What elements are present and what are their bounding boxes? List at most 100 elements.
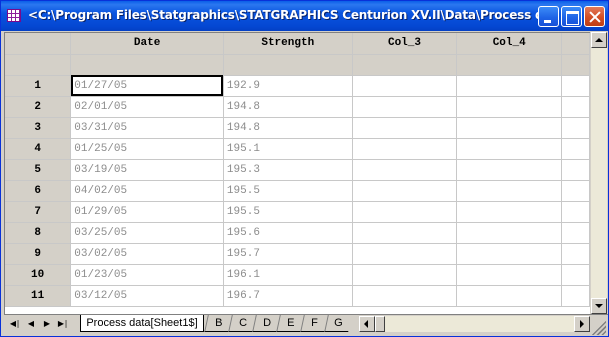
cell-col4[interactable] — [456, 159, 563, 181]
prev-sheet-button[interactable]: ◀ — [24, 317, 38, 331]
row-number[interactable]: 7 — [5, 201, 72, 223]
cell-strength[interactable]: 195.6 — [223, 222, 353, 244]
cell-strength[interactable]: 195.5 — [223, 180, 353, 202]
corner-cell[interactable] — [5, 33, 72, 55]
table-row: 4 01/25/05 195.1 — [5, 138, 590, 160]
cell-col5[interactable] — [561, 201, 590, 223]
cell-col3[interactable] — [352, 222, 458, 244]
last-sheet-button[interactable]: ▶∣ — [56, 317, 70, 331]
vertical-scrollbar[interactable] — [591, 32, 607, 314]
cell-col5[interactable] — [561, 264, 590, 286]
scroll-down-icon[interactable] — [591, 298, 607, 314]
cell-col3[interactable] — [352, 96, 458, 118]
cell-date[interactable]: 03/19/05 — [70, 159, 224, 181]
sub-header-strength[interactable] — [223, 54, 353, 76]
row-number[interactable]: 3 — [5, 117, 72, 139]
column-header-col3[interactable]: Col_3 — [352, 33, 458, 55]
scroll-left-icon[interactable] — [359, 316, 375, 332]
tab-g[interactable]: G — [324, 315, 352, 332]
column-header-date[interactable]: Date — [70, 33, 224, 55]
cell-col5[interactable] — [561, 96, 590, 118]
cell-col5[interactable] — [561, 222, 590, 244]
cell-col3[interactable] — [352, 180, 458, 202]
cell-strength[interactable]: 196.7 — [223, 285, 353, 307]
cell-strength[interactable]: 195.1 — [223, 138, 353, 160]
cell-strength[interactable]: 196.1 — [223, 264, 353, 286]
maximize-button[interactable] — [561, 6, 582, 27]
column-header-col4[interactable]: Col_4 — [456, 33, 563, 55]
next-sheet-button[interactable]: ▶ — [40, 317, 54, 331]
cell-col4[interactable] — [456, 138, 563, 160]
sub-header-col4[interactable] — [456, 54, 563, 76]
spreadsheet-icon[interactable] — [7, 9, 21, 22]
cell-date[interactable]: 02/01/05 — [70, 96, 224, 118]
cell-date[interactable]: 01/27/05 — [70, 75, 224, 97]
cell-col5[interactable] — [561, 243, 590, 265]
cell-col5[interactable] — [561, 285, 590, 307]
cell-col3[interactable] — [352, 117, 458, 139]
sub-header-date[interactable] — [70, 54, 224, 76]
cell-col3[interactable] — [352, 285, 458, 307]
close-button[interactable] — [584, 6, 605, 27]
tab-process-data[interactable]: Process data[Sheet1$] — [80, 315, 204, 332]
horizontal-scroll-thumb[interactable] — [375, 316, 385, 332]
row-number[interactable]: 1 — [5, 75, 72, 97]
cell-col5[interactable] — [561, 75, 590, 97]
cell-col4[interactable] — [456, 222, 563, 244]
cell-date[interactable]: 03/12/05 — [70, 285, 224, 307]
cell-col5[interactable] — [561, 159, 590, 181]
minimize-button[interactable] — [538, 6, 559, 27]
cell-col4[interactable] — [456, 180, 563, 202]
cell-col4[interactable] — [456, 285, 563, 307]
cell-strength[interactable]: 194.8 — [223, 96, 353, 118]
cell-col4[interactable] — [456, 264, 563, 286]
cell-date[interactable]: 03/25/05 — [70, 222, 224, 244]
resize-grip-icon[interactable] — [590, 319, 606, 335]
cell-date[interactable]: 03/02/05 — [70, 243, 224, 265]
cell-col3[interactable] — [352, 264, 458, 286]
cell-col5[interactable] — [561, 180, 590, 202]
cell-date[interactable]: 01/29/05 — [70, 201, 224, 223]
cell-col3[interactable] — [352, 159, 458, 181]
table-row: 2 02/01/05 194.8 — [5, 96, 590, 118]
row-number[interactable]: 10 — [5, 264, 72, 286]
cell-col5[interactable] — [561, 138, 590, 160]
cell-strength[interactable]: 195.7 — [223, 243, 353, 265]
cell-col5[interactable] — [561, 117, 590, 139]
cell-date[interactable]: 01/23/05 — [70, 264, 224, 286]
datasheet-grid-area: Date Strength Col_3 Col_4 1 01/27/05 192.9… — [4, 32, 590, 314]
horizontal-scrollbar[interactable] — [359, 316, 590, 332]
sub-header-col5[interactable] — [561, 54, 590, 76]
row-number[interactable]: 5 — [5, 159, 72, 181]
cell-col4[interactable] — [456, 96, 563, 118]
cell-col3[interactable] — [352, 201, 458, 223]
cell-strength[interactable]: 194.8 — [223, 117, 353, 139]
first-sheet-button[interactable]: ◀∣ — [8, 317, 22, 331]
row-number[interactable]: 9 — [5, 243, 72, 265]
column-header-strength[interactable]: Strength — [223, 33, 353, 55]
cell-date[interactable]: 03/31/05 — [70, 117, 224, 139]
cell-col4[interactable] — [456, 117, 563, 139]
tab-label: G — [334, 317, 343, 329]
cell-date[interactable]: 04/02/05 — [70, 180, 224, 202]
row-number[interactable]: 11 — [5, 285, 72, 307]
scroll-up-icon[interactable] — [591, 32, 607, 48]
row-number[interactable]: 2 — [5, 96, 72, 118]
cell-col3[interactable] — [352, 138, 458, 160]
cell-strength[interactable]: 195.3 — [223, 159, 353, 181]
row-number[interactable]: 6 — [5, 180, 72, 202]
cell-strength[interactable]: 195.5 — [223, 201, 353, 223]
column-header-col5[interactable] — [561, 33, 590, 55]
title-bar[interactable]: <C:\Program Files\Statgraphics\STATGRAPH… — [1, 1, 608, 31]
row-number[interactable]: 8 — [5, 222, 72, 244]
cell-col4[interactable] — [456, 75, 563, 97]
cell-date[interactable]: 01/25/05 — [70, 138, 224, 160]
scroll-right-icon[interactable] — [574, 316, 590, 332]
row-number[interactable]: 4 — [5, 138, 72, 160]
sub-header-col3[interactable] — [352, 54, 458, 76]
cell-strength[interactable]: 192.9 — [223, 75, 353, 97]
cell-col3[interactable] — [352, 75, 458, 97]
cell-col4[interactable] — [456, 243, 563, 265]
cell-col3[interactable] — [352, 243, 458, 265]
cell-col4[interactable] — [456, 201, 563, 223]
